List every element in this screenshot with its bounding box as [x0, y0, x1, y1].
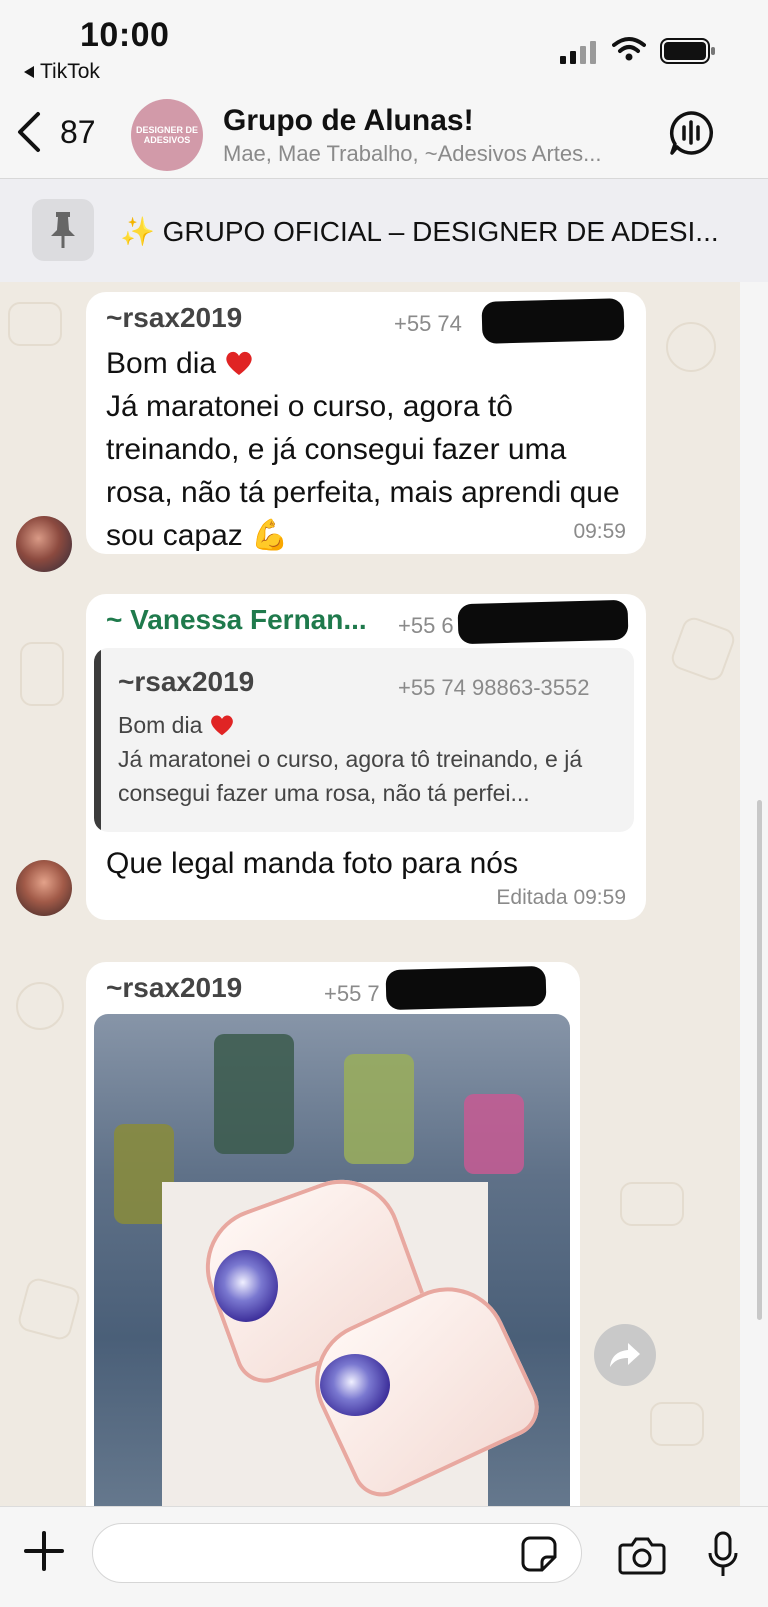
- wallpaper-doodle: [668, 614, 738, 684]
- battery-icon: [660, 38, 715, 64]
- quoted-greeting: Bom dia: [118, 712, 203, 738]
- quoted-body: Já maratonei o curso, agora tô treinando…: [118, 746, 583, 806]
- input-bar: [0, 1506, 768, 1607]
- forward-icon: [610, 1343, 640, 1367]
- quoted-text: Bom dia Já maratonei o curso, agora tô t…: [118, 708, 623, 810]
- wallpaper-doodle: [620, 1182, 684, 1226]
- sender-phone: +55 74: [394, 311, 462, 336]
- rose-painting: [214, 1250, 278, 1322]
- pin-button[interactable]: [32, 199, 94, 261]
- thread-spool: [214, 1034, 294, 1154]
- top-bar: 10:00 TikTok 87 DESIGNER DE ADESIVOS Gru…: [0, 0, 768, 178]
- sender-phone: +55 6: [398, 613, 454, 638]
- message-text: Bom dia Já maratonei o curso, agora tô t…: [106, 342, 626, 557]
- heart-icon: [226, 351, 253, 375]
- thread-spool: [344, 1054, 414, 1164]
- back-triangle-icon: [24, 66, 34, 78]
- back-to-app-link[interactable]: TikTok: [24, 60, 100, 84]
- sender-name[interactable]: ~rsax2019: [106, 972, 242, 1004]
- chat-area[interactable]: ~rsax2019 +55 74 Bom dia Já maratonei o …: [0, 282, 740, 1506]
- message-time: Editada 09:59: [496, 886, 626, 909]
- wallpaper-doodle: [666, 322, 716, 372]
- pinned-text: ✨ GRUPO OFICIAL – DESIGNER DE ADESI...: [120, 216, 719, 247]
- pin-icon: [51, 212, 75, 248]
- camera-icon[interactable]: [618, 1535, 666, 1575]
- unread-count[interactable]: 87: [60, 114, 96, 151]
- wifi-icon: [612, 37, 646, 61]
- status-time: 10:00: [80, 16, 170, 54]
- chat-members[interactable]: Mae, Mae Trabalho, ~Adesivos Artes...: [223, 141, 653, 167]
- muscle-emoji: 💪: [251, 519, 289, 552]
- avatar[interactable]: [16, 516, 72, 572]
- avatar[interactable]: [16, 860, 72, 916]
- quote-bar: [94, 648, 101, 832]
- quoted-sender: ~rsax2019: [118, 666, 255, 697]
- photo-attachment[interactable]: [94, 1014, 570, 1506]
- message-text: Que legal manda foto para nós: [106, 847, 518, 880]
- redaction-mark: [481, 298, 625, 344]
- scrollbar-thumb[interactable]: [757, 800, 762, 1320]
- thread-spool: [464, 1094, 524, 1174]
- message-bubble[interactable]: ~rsax2019 +55 74 Bom dia Já maratonei o …: [86, 292, 646, 554]
- wallpaper-doodle: [8, 302, 62, 346]
- message-time: 09:59: [573, 520, 626, 543]
- group-avatar-text: DESIGNER DE ADESIVOS: [135, 125, 198, 145]
- signal-icon: [560, 40, 596, 64]
- plus-icon[interactable]: [22, 1529, 66, 1573]
- wallpaper-doodle: [15, 1275, 83, 1343]
- greeting-text: Bom dia: [106, 347, 217, 380]
- forward-button[interactable]: [594, 1324, 656, 1386]
- wallpaper-doodle: [650, 1402, 704, 1446]
- group-avatar[interactable]: DESIGNER DE ADESIVOS: [131, 99, 203, 171]
- mic-icon[interactable]: [706, 1531, 740, 1579]
- sender-name[interactable]: ~ Vanessa Fernan...: [106, 604, 367, 636]
- pinned-message-bar[interactable]: ✨ GRUPO OFICIAL – DESIGNER DE ADESI...: [0, 178, 768, 283]
- message-body: Já maratonei o curso, agora tô treinando…: [106, 390, 620, 552]
- message-bubble[interactable]: ~rsax2019 +55 7: [86, 962, 580, 1506]
- back-app-label: TikTok: [40, 60, 100, 83]
- nail-card: [162, 1162, 549, 1506]
- scrollbar-track[interactable]: [740, 282, 768, 1506]
- message-bubble[interactable]: ~ Vanessa Fernan... +55 6 ~rsax2019 +55 …: [86, 594, 646, 920]
- message-input[interactable]: [92, 1523, 582, 1583]
- call-wave-icon[interactable]: [668, 110, 714, 156]
- sender-name[interactable]: ~rsax2019: [106, 302, 242, 334]
- rose-painting: [320, 1354, 390, 1416]
- sticker-icon[interactable]: [520, 1535, 558, 1573]
- wallpaper-doodle: [16, 982, 64, 1030]
- quoted-message[interactable]: ~rsax2019 +55 74 98863-3552 Bom dia Já m…: [94, 648, 634, 832]
- redaction-mark: [385, 965, 547, 1011]
- chevron-left-icon[interactable]: [14, 110, 44, 154]
- quoted-phone: +55 74 98863-3552: [398, 675, 590, 700]
- sender-phone: +55 7: [324, 981, 380, 1006]
- heart-icon: [210, 715, 233, 736]
- redaction-mark: [457, 599, 629, 645]
- wallpaper-doodle: [20, 642, 64, 706]
- chat-title[interactable]: Grupo de Alunas!: [223, 104, 474, 138]
